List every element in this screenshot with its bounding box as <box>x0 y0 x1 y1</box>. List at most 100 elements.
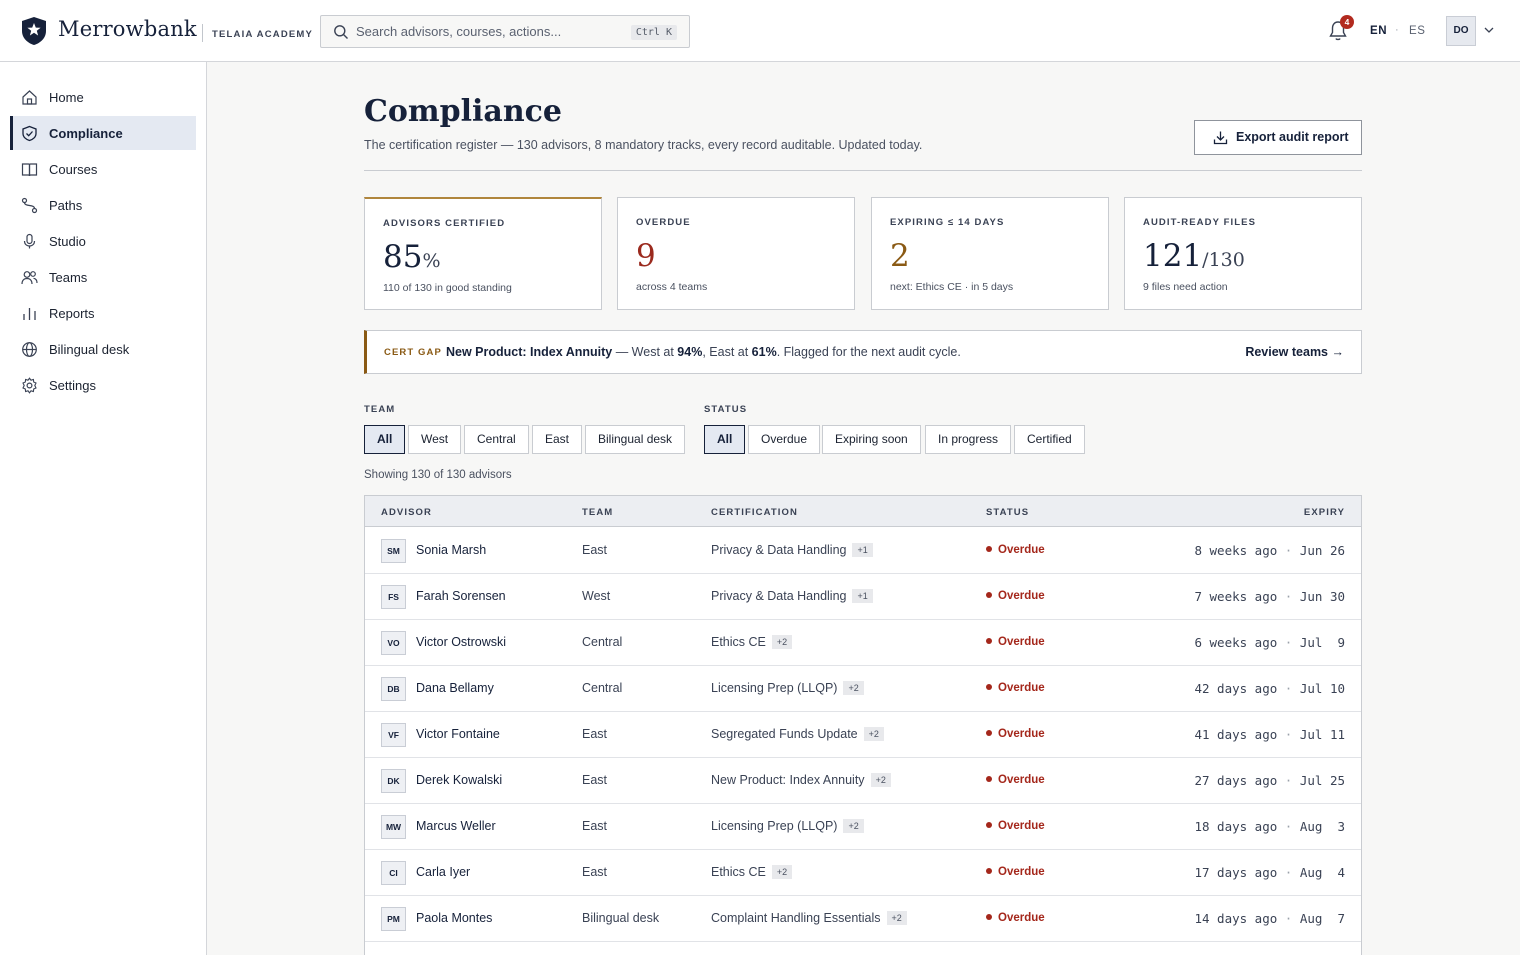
shield-logo-icon[interactable] <box>21 16 47 46</box>
status-chip-certified[interactable]: Certified <box>1014 425 1085 454</box>
advisor-name[interactable]: Dana Bellamy <box>416 681 494 695</box>
extra-certs-badge[interactable]: +2 <box>843 819 864 833</box>
expiry-separator: · <box>1277 865 1300 880</box>
lang-es-toggle[interactable]: ES <box>1409 25 1426 37</box>
advisor-team: Central <box>582 635 623 649</box>
brand-name[interactable]: Merrowbank <box>58 17 197 41</box>
chevron-down-icon[interactable] <box>1484 26 1494 34</box>
expiry-cell: 18 days ago · Aug 3 <box>1194 819 1345 834</box>
advisor-name[interactable]: Carla Iyer <box>416 865 470 879</box>
team-chip-east[interactable]: East <box>532 425 583 454</box>
extra-certs-badge[interactable]: +2 <box>771 865 793 879</box>
sidebar-item-courses[interactable]: Courses <box>10 152 196 186</box>
extra-certs-badge[interactable]: +2 <box>771 635 793 649</box>
table-row[interactable]: MW Marcus Weller East Licensing Prep (LLQP)… <box>365 804 1361 850</box>
expiry-separator: · <box>1277 819 1300 834</box>
advisor-name[interactable]: Victor Fontaine <box>416 727 500 741</box>
team-chip-central[interactable]: Central <box>464 425 529 454</box>
expiry-separator: · <box>1277 773 1300 788</box>
column-header-team[interactable]: TEAM <box>582 507 613 518</box>
expiry-date: Jun 30 <box>1299 589 1345 604</box>
advisor-initials-avatar: DB <box>381 677 406 701</box>
kpi-label: AUDIT-READY FILES <box>1143 217 1257 228</box>
column-header-certification[interactable]: CERTIFICATION <box>711 507 798 518</box>
table-row[interactable]: CI Carla Iyer East Ethics CE +2 Overdue 17 day… <box>365 850 1361 896</box>
expiry-cell: 27 days ago · Jul 25 <box>1194 773 1345 788</box>
table-row[interactable]: DB Dana Bellamy Central Licensing Prep (LLQ… <box>365 666 1361 712</box>
column-header-expiry[interactable]: EXPIRY <box>1304 507 1345 518</box>
sidebar-item-bilingual-desk[interactable]: Bilingual desk <box>10 332 196 366</box>
expiry-cell: 42 days ago · Jul 10 <box>1194 681 1345 696</box>
table-row[interactable]: VF Victor Fontaine East Segregated Funds Up… <box>365 712 1361 758</box>
column-header-status[interactable]: STATUS <box>986 507 1029 518</box>
export-audit-report-button[interactable]: Export audit report <box>1194 120 1362 155</box>
expiry-date: Aug 3 <box>1299 819 1345 834</box>
advisor-initials-avatar: CI <box>381 861 406 885</box>
column-header-advisor[interactable]: ADVISOR <box>381 507 432 518</box>
sidebar-item-home[interactable]: Home <box>10 80 196 114</box>
team-chip-west[interactable]: West <box>408 425 462 454</box>
search-input[interactable] <box>356 16 616 47</box>
extra-certs-badge[interactable]: +1 <box>852 543 873 557</box>
advisor-team: East <box>582 543 608 557</box>
advisor-name[interactable]: Derek Kowalski <box>416 773 502 787</box>
search-box[interactable]: Ctrl K <box>320 15 690 48</box>
expiry-cell: 17 days ago · Aug 4 <box>1194 865 1345 880</box>
advisor-name[interactable]: Sonia Marsh <box>416 543 486 557</box>
certification-cell: Complaint Handling Essentials +2 <box>711 911 907 925</box>
table-row[interactable]: FS Farah Sorensen West Privacy & Data Handl… <box>365 574 1361 620</box>
expiry-separator: · <box>1277 543 1300 558</box>
status-dot-icon <box>986 868 992 874</box>
advisor-name[interactable]: Victor Ostrowski <box>416 635 506 649</box>
status-badge: Overdue <box>986 820 1045 832</box>
sidebar-item-studio[interactable]: Studio <box>10 224 196 258</box>
brand-subtitle: TELAIA ACADEMY <box>212 29 314 40</box>
advisor-name[interactable]: Farah Sorensen <box>416 589 506 603</box>
advisor-team: Bilingual desk <box>582 911 660 925</box>
table-row[interactable]: SM Sonia Marsh East Privacy & Data Handling… <box>365 528 1361 574</box>
extra-certs-badge[interactable]: +1 <box>852 589 873 603</box>
status-chip-expiring-soon[interactable]: Expiring soon <box>822 425 921 454</box>
user-avatar[interactable]: DO <box>1446 16 1476 46</box>
globe-icon <box>22 342 37 357</box>
sidebar-item-paths[interactable]: Paths <box>10 188 196 222</box>
advisor-name[interactable]: Marcus Weller <box>416 819 496 833</box>
sidebar-item-settings[interactable]: Settings <box>10 368 196 402</box>
kpi-footnote: next: Ethics CE · in 5 days <box>890 281 1014 293</box>
advisor-team: East <box>582 773 608 787</box>
sidebar: Home Compliance Courses Paths Studio Tea… <box>0 62 207 955</box>
download-icon <box>1213 131 1228 145</box>
expiry-relative: 18 days ago <box>1194 819 1278 834</box>
status-chip-overdue[interactable]: Overdue <box>748 425 821 454</box>
status-text: Overdue <box>998 636 1045 648</box>
status-text: Overdue <box>998 820 1045 832</box>
results-count: Showing 130 of 130 advisors <box>364 469 512 481</box>
expiry-relative: 14 days ago <box>1194 911 1278 926</box>
status-badge: Overdue <box>986 728 1045 740</box>
certification-name: Ethics CE <box>711 635 766 649</box>
lang-en-toggle[interactable]: EN <box>1370 25 1387 37</box>
expiry-cell: 7 weeks ago · Jun 30 <box>1194 589 1345 604</box>
review-teams-link[interactable]: Review teams → <box>1245 345 1344 359</box>
table-row[interactable]: VO Victor Ostrowski Central Ethics CE +2 Over… <box>365 620 1361 666</box>
expiry-separator: · <box>1277 681 1300 696</box>
extra-certs-badge[interactable]: +2 <box>870 773 891 787</box>
expiry-relative: 7 weeks ago <box>1194 589 1278 604</box>
team-chip-bilingual-desk[interactable]: Bilingual desk <box>585 425 686 454</box>
extra-certs-badge[interactable]: +2 <box>863 727 884 741</box>
expiry-date: Jun 26 <box>1299 543 1345 558</box>
table-row[interactable]: PM Paola Montes Bilingual desk Complaint Ha… <box>365 896 1361 942</box>
sidebar-item-teams[interactable]: Teams <box>10 260 196 294</box>
status-text: Overdue <box>998 544 1045 556</box>
advisor-team: East <box>582 727 608 741</box>
sidebar-item-reports[interactable]: Reports <box>10 296 196 330</box>
extra-certs-badge[interactable]: +2 <box>886 911 907 925</box>
extra-certs-badge[interactable]: +2 <box>843 681 864 695</box>
table-row[interactable]: DK Derek Kowalski East New Product: Index A… <box>365 758 1361 804</box>
status-chip-all[interactable]: All <box>704 425 746 454</box>
team-chip-all[interactable]: All <box>364 425 406 454</box>
team-filter-label: TEAM <box>364 404 396 415</box>
sidebar-item-compliance[interactable]: Compliance <box>10 116 196 150</box>
advisor-name[interactable]: Paola Montes <box>416 911 492 925</box>
status-chip-in-progress[interactable]: In progress <box>925 425 1012 454</box>
